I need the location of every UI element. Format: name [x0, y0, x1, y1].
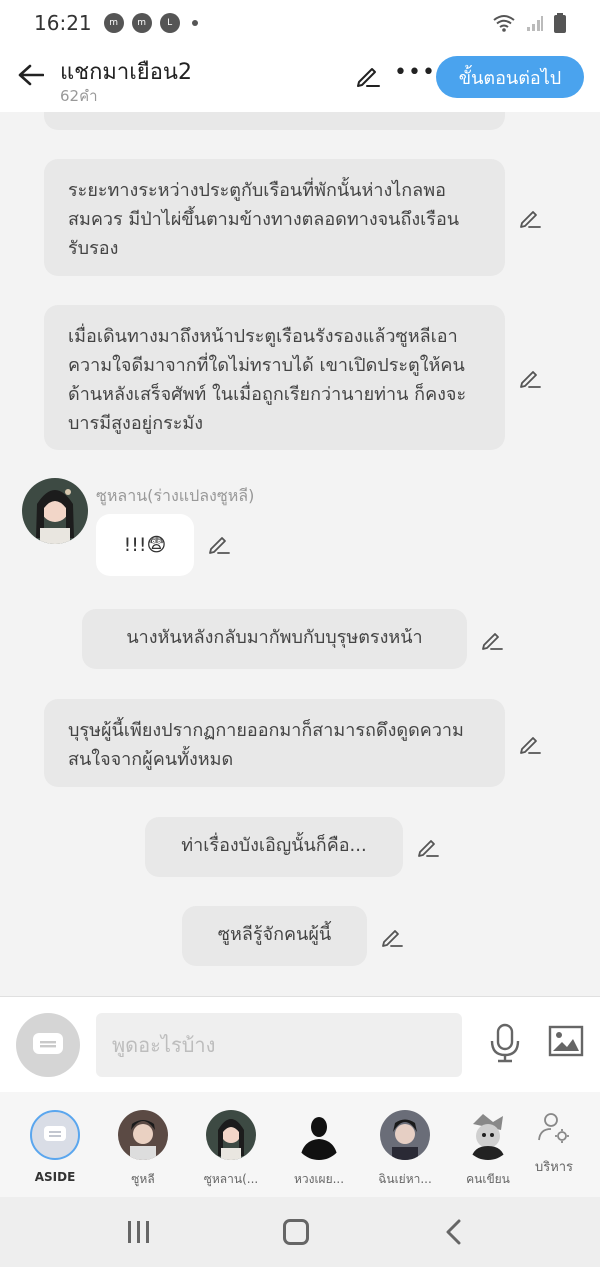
narration-bubble[interactable]: เมื่อเดินทางมาถึงหน้าประตูเรือนรังรองแล้…	[44, 305, 505, 450]
status-time: 16:21	[34, 11, 92, 35]
notification-dot-icon	[191, 20, 198, 26]
message-text: บุรุษผู้นี้เพียงปรากฏกายออกมาก็สามารถดึง…	[68, 720, 464, 770]
image-icon[interactable]	[548, 1025, 584, 1057]
edit-message-icon[interactable]	[380, 925, 404, 949]
chat-area[interactable]: ระยะทางระหว่างประตูกับเรือนที่พักนั้นห่า…	[0, 112, 600, 996]
character-writer[interactable]: คนเขียน	[452, 1110, 524, 1189]
edit-message-icon[interactable]	[518, 732, 542, 756]
chat-bubble-icon	[33, 1033, 63, 1054]
manage-characters-button[interactable]: บริหาร	[522, 1110, 586, 1177]
character-label: คนเขียน	[466, 1172, 510, 1186]
character-avatar[interactable]	[22, 478, 88, 544]
character-avatar	[206, 1110, 256, 1160]
speaker-name: ซูหลาน(ร่างแปลงซูหลี)	[96, 486, 255, 505]
input-bar	[0, 996, 600, 1092]
character-avatar	[118, 1110, 168, 1160]
edit-message-icon[interactable]	[518, 206, 542, 230]
message-text: นางหันหลังกลับมากัพบกับบุรุษตรงหน้า	[126, 627, 423, 648]
character-label: หวงเผย...	[293, 1172, 345, 1186]
narration-bubble[interactable]: นางหันหลังกลับมากัพบกับบุรุษตรงหน้า	[82, 609, 467, 669]
silhouette-avatar	[294, 1110, 344, 1160]
character-label: ซูหลาน(...	[203, 1172, 259, 1186]
narration-bubble[interactable]: ซูหลีรู้จักคนผู้นี้	[182, 906, 367, 966]
message-text: ท่าเรื่องบังเอิญนั้นก็คือ...	[181, 835, 367, 856]
line-app-icon: L	[159, 13, 180, 33]
signal-icon	[527, 16, 543, 31]
message-text: !!!😨	[123, 534, 167, 556]
character-bar: ASIDE ซูหลี ซูหลาน(... หวงเผย... ฉินเย่ห…	[0, 1092, 600, 1197]
word-count: 62คำ	[60, 87, 98, 105]
edit-message-icon[interactable]	[518, 366, 542, 390]
character-avatar	[463, 1110, 513, 1160]
manage-user-icon	[538, 1113, 569, 1143]
messenger-icon: m	[131, 13, 152, 33]
status-bar: 16:21 m m L	[0, 0, 600, 46]
narration-bubble[interactable]: ระยะทางระหว่างประตูกับเรือนที่พักนั้นห่า…	[44, 159, 505, 276]
message-text: เมื่อเดินทางมาถึงหน้าประตูเรือนรังรองแล้…	[68, 326, 467, 434]
back-arrow-icon[interactable]	[14, 58, 48, 92]
home-icon[interactable]	[283, 1219, 309, 1245]
back-chevron-icon[interactable]	[444, 1219, 462, 1245]
battery-icon	[554, 13, 566, 33]
chat-bubble-icon	[44, 1126, 66, 1141]
message-input[interactable]	[96, 1013, 462, 1077]
character-silhouette[interactable]: หวงเผย...	[280, 1110, 358, 1189]
character-avatar	[380, 1110, 430, 1160]
next-step-button[interactable]: ขั้นตอนต่อไป	[436, 56, 584, 98]
character-suli[interactable]: ซูหลี	[104, 1110, 182, 1189]
manage-label: บริหาร	[534, 1160, 574, 1175]
messenger-icon: m	[103, 13, 124, 33]
edit-message-icon[interactable]	[416, 835, 440, 859]
edit-message-icon[interactable]	[207, 532, 231, 556]
edit-message-icon[interactable]	[480, 628, 504, 652]
message-bubble-partial[interactable]	[44, 112, 505, 130]
character-label: ASIDE	[34, 1170, 76, 1184]
narration-bubble[interactable]: บุรุษผู้นี้เพียงปรากฏกายออกมาก็สามารถดึง…	[44, 699, 505, 787]
aside-avatar	[30, 1110, 80, 1160]
header: แชกมาเยือน2 62คำ ••• ขั้นตอนต่อไป	[0, 46, 600, 112]
character-label: ซูหลี	[131, 1172, 155, 1186]
character-label: ฉินเย่หา...	[378, 1172, 432, 1186]
character-bubble[interactable]: !!!😨	[96, 514, 194, 576]
character-aside[interactable]: ASIDE	[16, 1110, 94, 1184]
message-text: ระยะทางระหว่างประตูกับเรือนที่พักนั้นห่า…	[68, 180, 460, 259]
microphone-icon[interactable]	[488, 1023, 522, 1063]
character-sulan[interactable]: ซูหลาน(...	[192, 1110, 270, 1189]
system-nav-bar	[0, 1197, 600, 1267]
character-qinyehan[interactable]: ฉินเย่หา...	[366, 1110, 444, 1189]
recent-apps-icon[interactable]	[126, 1221, 152, 1243]
narration-bubble[interactable]: ท่าเรื่องบังเอิญนั้นก็คือ...	[145, 817, 403, 877]
wifi-icon	[493, 15, 515, 32]
edit-title-icon[interactable]	[354, 62, 382, 90]
message-text: ซูหลีรู้จักคนผู้นี้	[217, 924, 332, 945]
more-options-icon[interactable]: •••	[394, 60, 436, 85]
aside-toggle-button[interactable]	[16, 1013, 80, 1077]
